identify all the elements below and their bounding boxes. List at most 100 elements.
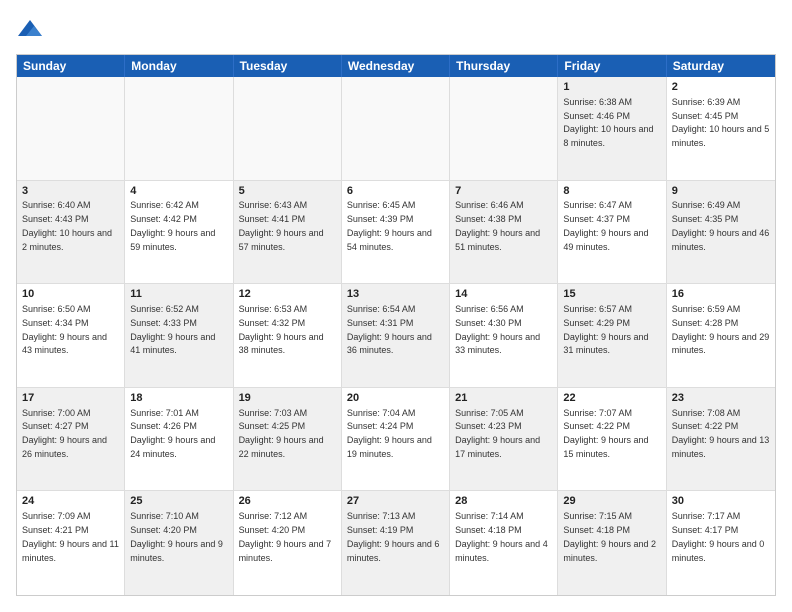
day-info: Sunrise: 6:40 AM Sunset: 4:43 PM Dayligh…: [22, 200, 112, 251]
day-info: Sunrise: 6:38 AM Sunset: 4:46 PM Dayligh…: [563, 97, 653, 148]
day-info: Sunrise: 7:08 AM Sunset: 4:22 PM Dayligh…: [672, 408, 770, 459]
day-number: 20: [347, 391, 444, 406]
calendar-week-3: 10 Sunrise: 6:50 AM Sunset: 4:34 PM Dayli…: [17, 284, 775, 388]
calendar-cell: 12 Sunrise: 6:53 AM Sunset: 4:32 PM Dayli…: [234, 284, 342, 387]
calendar-cell: 10 Sunrise: 6:50 AM Sunset: 4:34 PM Dayli…: [17, 284, 125, 387]
day-number: 16: [672, 287, 770, 302]
calendar-cell: 5Sunrise: 6:43 AM Sunset: 4:41 PM Daylig…: [234, 181, 342, 284]
calendar-week-2: 3Sunrise: 6:40 AM Sunset: 4:43 PM Daylig…: [17, 181, 775, 285]
header-day-friday: Friday: [558, 55, 666, 77]
day-number: 29: [563, 494, 660, 509]
page: SundayMondayTuesdayWednesdayThursdayFrid…: [0, 0, 792, 612]
day-number: 27: [347, 494, 444, 509]
day-info: Sunrise: 7:15 AM Sunset: 4:18 PM Dayligh…: [563, 511, 656, 562]
day-info: Sunrise: 6:46 AM Sunset: 4:38 PM Dayligh…: [455, 200, 540, 251]
calendar-cell: 2Sunrise: 6:39 AM Sunset: 4:45 PM Daylig…: [667, 77, 775, 180]
calendar-cell: 18 Sunrise: 7:01 AM Sunset: 4:26 PM Dayli…: [125, 388, 233, 491]
header-day-sunday: Sunday: [17, 55, 125, 77]
calendar-cell: 3Sunrise: 6:40 AM Sunset: 4:43 PM Daylig…: [17, 181, 125, 284]
calendar-week-5: 24Sunrise: 7:09 AM Sunset: 4:21 PM Dayli…: [17, 491, 775, 595]
day-number: 6: [347, 184, 444, 199]
day-number: 23: [672, 391, 770, 406]
calendar: SundayMondayTuesdayWednesdayThursdayFrid…: [16, 54, 776, 596]
day-number: 26: [239, 494, 336, 509]
day-number: 19: [239, 391, 336, 406]
calendar-cell: 21 Sunrise: 7:05 AM Sunset: 4:23 PM Dayli…: [450, 388, 558, 491]
calendar-cell: 15 Sunrise: 6:57 AM Sunset: 4:29 PM Dayli…: [558, 284, 666, 387]
calendar-cell: 8Sunrise: 6:47 AM Sunset: 4:37 PM Daylig…: [558, 181, 666, 284]
day-info: Sunrise: 7:10 AM Sunset: 4:20 PM Dayligh…: [130, 511, 223, 562]
calendar-cell: [450, 77, 558, 180]
day-number: 21: [455, 391, 552, 406]
calendar-cell: 17Sunrise: 7:00 AM Sunset: 4:27 PM Dayli…: [17, 388, 125, 491]
day-number: 18: [130, 391, 227, 406]
calendar-cell: 1 Sunrise: 6:38 AM Sunset: 4:46 PM Daylig…: [558, 77, 666, 180]
day-info: Sunrise: 7:13 AM Sunset: 4:19 PM Dayligh…: [347, 511, 440, 562]
calendar-cell: 30 Sunrise: 7:17 AM Sunset: 4:17 PM Dayli…: [667, 491, 775, 595]
calendar-body: 1 Sunrise: 6:38 AM Sunset: 4:46 PM Daylig…: [17, 77, 775, 595]
day-number: 30: [672, 494, 770, 509]
day-number: 13: [347, 287, 444, 302]
header-day-monday: Monday: [125, 55, 233, 77]
day-number: 4: [130, 184, 227, 199]
header-day-tuesday: Tuesday: [234, 55, 342, 77]
day-info: Sunrise: 7:01 AM Sunset: 4:26 PM Dayligh…: [130, 408, 215, 459]
calendar-week-4: 17Sunrise: 7:00 AM Sunset: 4:27 PM Dayli…: [17, 388, 775, 492]
day-number: 5: [239, 184, 336, 199]
calendar-cell: 20 Sunrise: 7:04 AM Sunset: 4:24 PM Dayli…: [342, 388, 450, 491]
day-info: Sunrise: 6:54 AM Sunset: 4:31 PM Dayligh…: [347, 304, 432, 355]
day-info: Sunrise: 6:57 AM Sunset: 4:29 PM Dayligh…: [563, 304, 648, 355]
calendar-cell: [234, 77, 342, 180]
header-day-wednesday: Wednesday: [342, 55, 450, 77]
day-info: Sunrise: 6:59 AM Sunset: 4:28 PM Dayligh…: [672, 304, 770, 355]
day-number: 15: [563, 287, 660, 302]
day-number: 1: [563, 80, 660, 95]
calendar-cell: 13 Sunrise: 6:54 AM Sunset: 4:31 PM Dayli…: [342, 284, 450, 387]
day-number: 10: [22, 287, 119, 302]
day-info: Sunrise: 7:12 AM Sunset: 4:20 PM Dayligh…: [239, 511, 332, 562]
calendar-cell: 25Sunrise: 7:10 AM Sunset: 4:20 PM Dayli…: [125, 491, 233, 595]
day-number: 14: [455, 287, 552, 302]
day-info: Sunrise: 7:14 AM Sunset: 4:18 PM Dayligh…: [455, 511, 548, 562]
calendar-cell: [17, 77, 125, 180]
day-info: Sunrise: 7:04 AM Sunset: 4:24 PM Dayligh…: [347, 408, 432, 459]
day-number: 7: [455, 184, 552, 199]
day-info: Sunrise: 7:07 AM Sunset: 4:22 PM Dayligh…: [563, 408, 648, 459]
calendar-cell: 23 Sunrise: 7:08 AM Sunset: 4:22 PM Dayli…: [667, 388, 775, 491]
calendar-week-1: 1 Sunrise: 6:38 AM Sunset: 4:46 PM Daylig…: [17, 77, 775, 181]
day-info: Sunrise: 7:17 AM Sunset: 4:17 PM Dayligh…: [672, 511, 765, 562]
calendar-cell: 6Sunrise: 6:45 AM Sunset: 4:39 PM Daylig…: [342, 181, 450, 284]
day-number: 22: [563, 391, 660, 406]
calendar-cell: 19 Sunrise: 7:03 AM Sunset: 4:25 PM Dayli…: [234, 388, 342, 491]
calendar-header: SundayMondayTuesdayWednesdayThursdayFrid…: [17, 55, 775, 77]
calendar-cell: 16 Sunrise: 6:59 AM Sunset: 4:28 PM Dayli…: [667, 284, 775, 387]
day-info: Sunrise: 6:49 AM Sunset: 4:35 PM Dayligh…: [672, 200, 770, 251]
day-number: 24: [22, 494, 119, 509]
calendar-cell: 26 Sunrise: 7:12 AM Sunset: 4:20 PM Dayli…: [234, 491, 342, 595]
day-number: 3: [22, 184, 119, 199]
day-info: Sunrise: 6:52 AM Sunset: 4:33 PM Dayligh…: [130, 304, 215, 355]
calendar-cell: [342, 77, 450, 180]
calendar-cell: [125, 77, 233, 180]
day-number: 9: [672, 184, 770, 199]
day-number: 11: [130, 287, 227, 302]
day-info: Sunrise: 6:45 AM Sunset: 4:39 PM Dayligh…: [347, 200, 432, 251]
day-info: Sunrise: 6:42 AM Sunset: 4:42 PM Dayligh…: [130, 200, 215, 251]
logo: [16, 16, 48, 44]
calendar-cell: 7Sunrise: 6:46 AM Sunset: 4:38 PM Daylig…: [450, 181, 558, 284]
header: [16, 16, 776, 44]
day-info: Sunrise: 6:53 AM Sunset: 4:32 PM Dayligh…: [239, 304, 324, 355]
day-info: Sunrise: 6:56 AM Sunset: 4:30 PM Dayligh…: [455, 304, 540, 355]
header-day-saturday: Saturday: [667, 55, 775, 77]
day-info: Sunrise: 6:43 AM Sunset: 4:41 PM Dayligh…: [239, 200, 324, 251]
calendar-cell: 29 Sunrise: 7:15 AM Sunset: 4:18 PM Dayli…: [558, 491, 666, 595]
calendar-cell: 28 Sunrise: 7:14 AM Sunset: 4:18 PM Dayli…: [450, 491, 558, 595]
day-info: Sunrise: 6:47 AM Sunset: 4:37 PM Dayligh…: [563, 200, 648, 251]
day-number: 8: [563, 184, 660, 199]
day-number: 12: [239, 287, 336, 302]
day-number: 28: [455, 494, 552, 509]
calendar-cell: 9Sunrise: 6:49 AM Sunset: 4:35 PM Daylig…: [667, 181, 775, 284]
day-info: Sunrise: 7:05 AM Sunset: 4:23 PM Dayligh…: [455, 408, 540, 459]
day-info: Sunrise: 6:50 AM Sunset: 4:34 PM Dayligh…: [22, 304, 107, 355]
day-info: Sunrise: 7:03 AM Sunset: 4:25 PM Dayligh…: [239, 408, 324, 459]
